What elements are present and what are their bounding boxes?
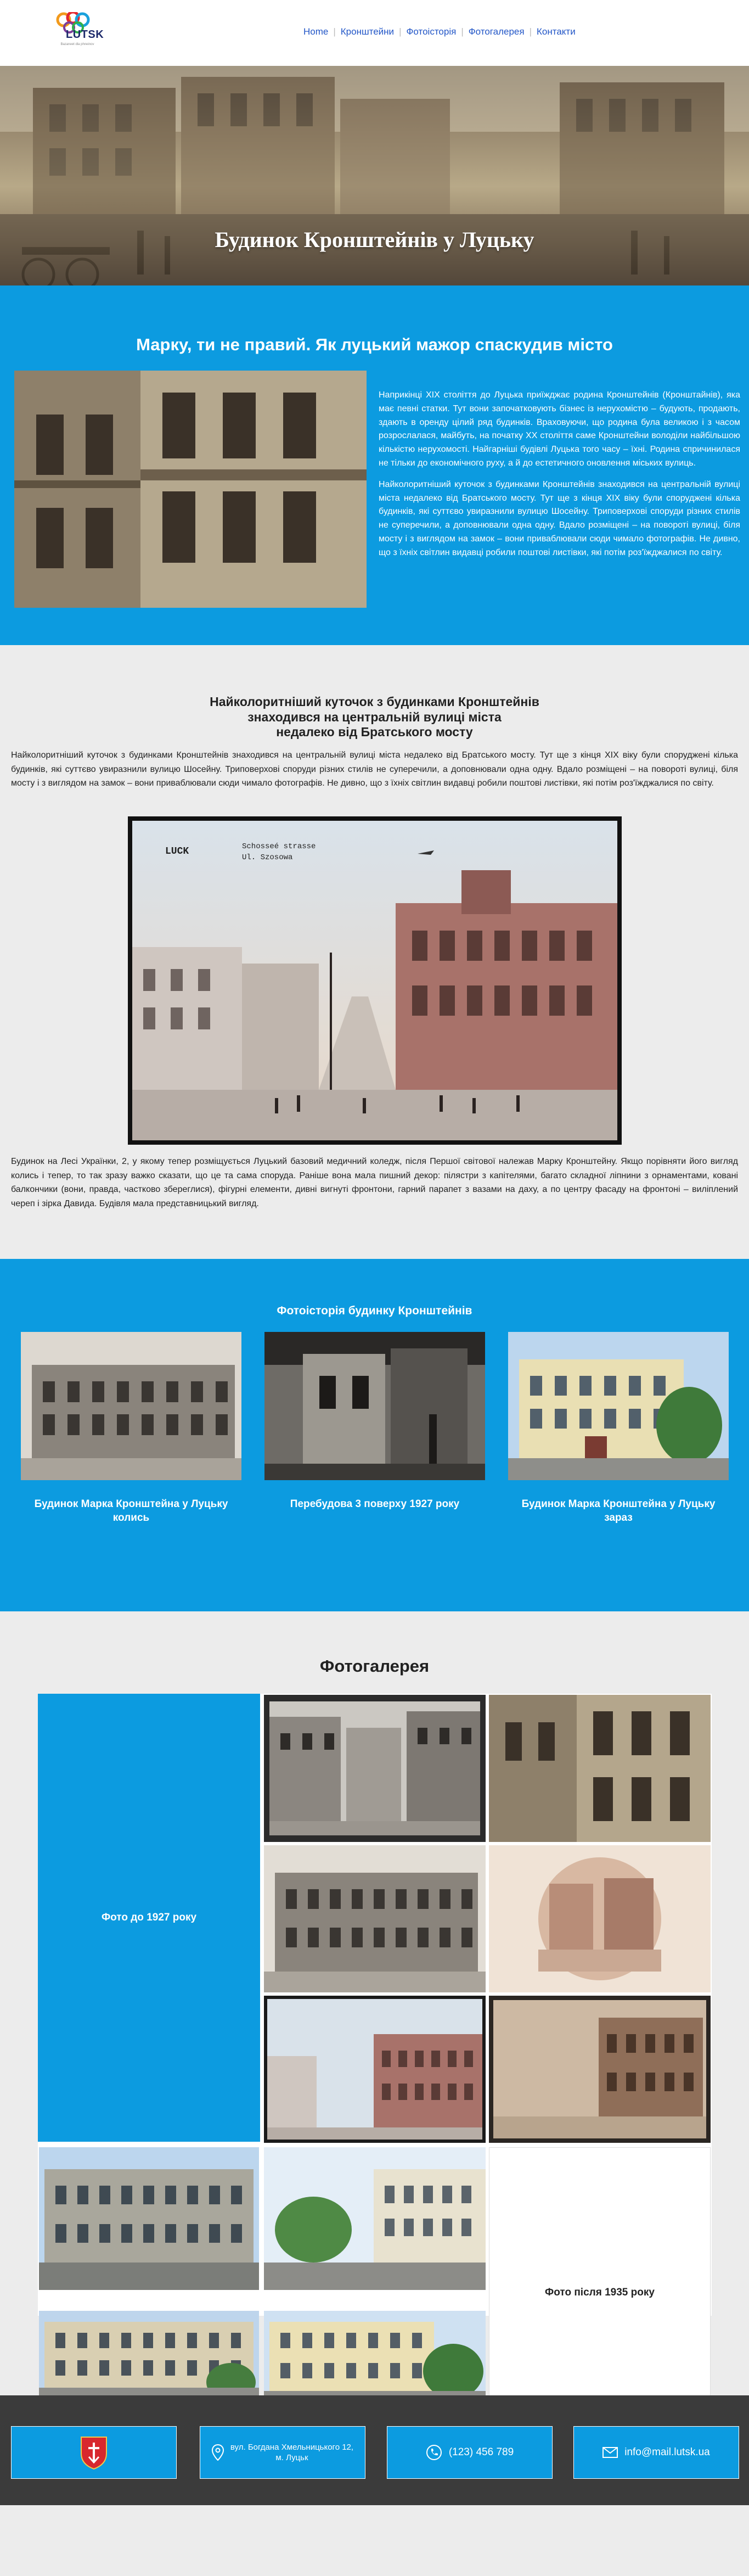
logo-text: LUTSK	[66, 29, 104, 41]
site-header: LUTSK Bazaneet dla phneinov Home | Кронш…	[0, 0, 749, 66]
section2-paragraph: Найколоритніший куточок з будинками Крон…	[11, 751, 738, 788]
lutsk-coat-of-arms-icon	[81, 2437, 107, 2470]
gallery-photo-image	[489, 1695, 711, 1842]
gallery-title: Фотогалерея	[319, 1656, 430, 1676]
section1-paragraph: Наприкінці XIX століття до Луцька приїжд…	[379, 390, 740, 468]
footer-email-box[interactable]: info@mail.lutsk.ua	[573, 2426, 739, 2479]
gallery-photo-image	[264, 1845, 486, 1992]
section2-title-line: знаходився на центральній вулиці міста	[247, 709, 502, 724]
email-icon	[602, 2447, 618, 2458]
gallery-photo[interactable]	[39, 2147, 259, 2290]
nav-gallery[interactable]: Фотогалерея	[469, 26, 525, 37]
gallery-photo-image	[489, 1845, 711, 1992]
gallery-photo[interactable]	[264, 2311, 486, 2407]
gallery-photo-image	[489, 1996, 711, 2143]
logo-tagline: Bazaneet dla phneinov	[60, 43, 94, 46]
gallery-photo[interactable]	[264, 1695, 486, 1842]
nav-contacts[interactable]: Контакти	[537, 26, 576, 37]
footer-email: info@mail.lutsk.ua	[624, 2446, 710, 2458]
history-card-caption: Будинок Марка Кронштейна у Луцьку колись	[34, 1498, 228, 1524]
hero-banner: Будинок Кронштейнів у Луцьку	[0, 66, 749, 285]
footer-address-box[interactable]: вул. Богдана Хмельницького 12, м. Луцьк	[200, 2426, 365, 2479]
section2-paragraph: Будинок на Лесі Українки, 2, у якому теп…	[11, 1157, 738, 1208]
gallery-after-1935-tile: Фото після 1935 року	[489, 2147, 711, 2438]
gallery-photo[interactable]	[264, 1845, 486, 1992]
section-mark-story: Марку, ти не правий. Як луцький мажор сп…	[0, 285, 749, 645]
gallery-after-1935-label: Фото після 1935 року	[545, 2287, 655, 2298]
gallery-before-1927-label: Фото до 1927 року	[101, 1912, 197, 1923]
section2-title-line: недалеко від Братського мосту	[276, 725, 473, 740]
section1-text: Наприкінці XIX століття до Луцька приїжд…	[379, 389, 740, 568]
postcard-caption-street-de: Schosseé strasse	[242, 842, 316, 851]
gallery-photo[interactable]	[39, 2311, 259, 2407]
postcard-caption-city: LUCK	[165, 846, 189, 857]
section1-photo	[14, 371, 367, 608]
footer-phone-box[interactable]: (123) 456 789	[387, 2426, 553, 2479]
section2-title: Найколоритніший куточок з будинками Крон…	[0, 695, 749, 740]
section1-paragraph: Найколоритніший куточок з будинками Крон…	[379, 479, 740, 557]
phone-icon	[426, 2444, 442, 2461]
footer-coat-of-arms[interactable]	[11, 2426, 177, 2479]
section3-title: Фотоісторія будинку Кронштейнів	[277, 1304, 472, 1317]
gallery-photo[interactable]	[264, 2147, 486, 2290]
hero-background-photo	[0, 66, 749, 285]
gallery-before-1927-tile: Фото до 1927 року	[38, 1694, 260, 2142]
history-card[interactable]: Перебудова 3 поверху 1927 року	[264, 1332, 485, 1511]
gallery-photo-image	[264, 1695, 486, 1842]
gallery-photo-image	[39, 2311, 259, 2407]
address-line: м. Луцьк	[275, 2453, 308, 2462]
postcard-caption-street-pl: Ul. Szosowa	[242, 853, 292, 862]
nav-photohistory[interactable]: Фотоісторія	[406, 26, 456, 37]
nav-separator: |	[461, 26, 464, 37]
postcard-photo: LUCK Schosseé strasse Ul. Szosowa	[132, 821, 617, 1140]
history-card-photo	[508, 1332, 729, 1480]
hero-title: Будинок Кронштейнів у Луцьку	[215, 227, 534, 252]
section-gallery: Фотогалерея Фото до 1927 року Фото після…	[0, 1611, 749, 2438]
nav-home[interactable]: Home	[303, 26, 328, 37]
section1-title: Марку, ти не правий. Як луцький мажор сп…	[136, 335, 613, 354]
site-footer: вул. Богдана Хмельницького 12, м. Луцьк …	[0, 2395, 749, 2505]
gallery-photo-image	[264, 1996, 486, 2143]
main-nav: Home | Кронштейни | Фотоісторія | Фотога…	[303, 26, 576, 37]
nav-separator: |	[529, 26, 532, 37]
footer-phone: (123) 456 789	[448, 2446, 514, 2458]
section-corner-article: Найколоритніший куточок з будинками Крон…	[0, 645, 749, 1259]
postcard-photo-frame: LUCK Schosseé strasse Ul. Szosowa	[128, 816, 622, 1145]
section-photo-history: Фотоісторія будинку Кронштейнів Будинок …	[0, 1259, 749, 1611]
history-card-photo	[264, 1332, 485, 1480]
gallery-photo[interactable]	[264, 1996, 486, 2143]
history-card[interactable]: Будинок Марка Кронштейна у Луцьку колись	[21, 1332, 241, 1525]
section2-title-line: Найколоритніший куточок з будинками Крон…	[210, 695, 539, 709]
gallery-photo-image	[264, 2147, 486, 2290]
nav-separator: |	[333, 26, 336, 37]
nav-separator: |	[399, 26, 402, 37]
nav-kronshteiny[interactable]: Кронштейни	[341, 26, 394, 37]
history-card-caption: Перебудова 3 поверху 1927 року	[290, 1498, 460, 1510]
location-pin-icon	[211, 2444, 224, 2461]
history-card[interactable]: Будинок Марка Кронштейна у Луцьку зараз	[508, 1332, 729, 1525]
lutsk-logo[interactable]: LUTSK Bazaneet dla phneinov	[53, 12, 104, 56]
gallery-photo[interactable]	[489, 1695, 711, 1842]
history-card-photo	[21, 1332, 241, 1480]
address-line: вул. Богдана Хмельницького 12,	[230, 2442, 354, 2452]
history-card-caption: Будинок Марка Кронштейна у Луцьку зараз	[521, 1498, 716, 1524]
gallery-photo[interactable]	[489, 1996, 711, 2143]
gallery-photo[interactable]	[489, 1845, 711, 1992]
footer-address: вул. Богдана Хмельницького 12, м. Луцьк	[230, 2442, 353, 2463]
gallery-photo-image	[39, 2147, 259, 2290]
gallery-photo-image	[264, 2311, 486, 2407]
gallery-grid: Фото до 1927 року Фото після 1935 року	[38, 1694, 712, 2438]
